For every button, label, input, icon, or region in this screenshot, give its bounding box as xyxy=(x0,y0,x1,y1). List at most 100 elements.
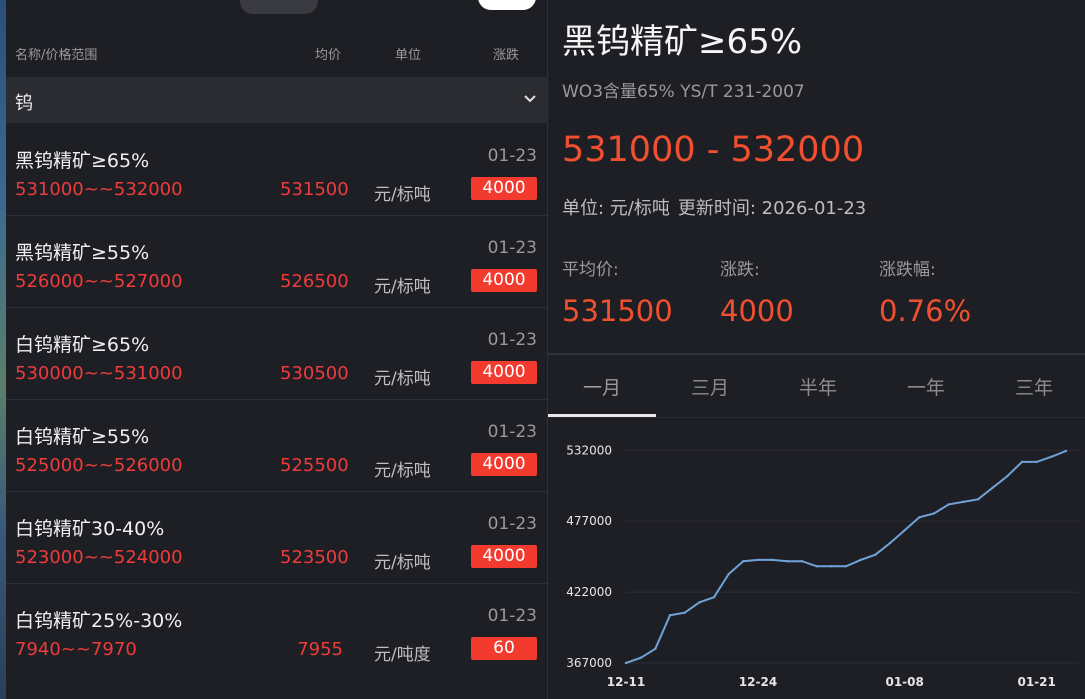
data-point xyxy=(654,647,657,650)
data-point xyxy=(991,486,994,489)
change-badge: 4000 xyxy=(471,269,537,292)
item-range: 525000~~526000 xyxy=(15,455,183,476)
item-avg: 530500 xyxy=(280,363,349,384)
data-point xyxy=(932,512,936,515)
data-point xyxy=(786,559,789,563)
price-list-panel: 名称/价格范围 均价 单位 涨跌 钨 黑钨精矿≥65% 01-23 531000… xyxy=(0,0,547,699)
stat-value: 531500 xyxy=(562,294,673,328)
stat-label: 涨跌幅: xyxy=(879,260,936,280)
change-badge: 4000 xyxy=(471,453,537,476)
item-unit: 元/标吨 xyxy=(374,277,431,297)
item-date: 01-23 xyxy=(487,330,537,350)
data-point xyxy=(1050,455,1053,458)
item-date: 01-23 xyxy=(487,146,537,166)
item-avg: 531500 xyxy=(280,179,349,200)
data-point xyxy=(683,611,686,614)
data-point xyxy=(903,529,906,532)
item-name: 白钨精矿25%-30% xyxy=(15,610,183,632)
list-item[interactable]: 黑钨精矿≥55% 01-23 526000~~527000 526500 元/标… xyxy=(6,216,547,308)
list-item[interactable]: 白钨精矿≥65% 01-23 530000~~531000 530500 元/标… xyxy=(6,308,547,400)
tab-half-year[interactable]: 半年 xyxy=(764,373,872,400)
data-point xyxy=(844,565,848,568)
change-badge: 4000 xyxy=(471,177,537,200)
header-avg: 均价 xyxy=(315,48,342,63)
data-point xyxy=(639,656,642,660)
data-point xyxy=(624,661,628,665)
chevron-down-icon xyxy=(523,91,537,110)
tab-one-year[interactable]: 一年 xyxy=(872,373,980,400)
item-avg: 526500 xyxy=(280,271,349,292)
item-name: 黑钨精矿≥55% xyxy=(15,242,150,264)
data-point xyxy=(815,565,818,568)
tab-one-month[interactable]: 一月 xyxy=(548,373,656,400)
item-avg: 525500 xyxy=(280,455,349,476)
item-avg: 523500 xyxy=(280,547,349,568)
data-point xyxy=(1020,460,1024,464)
list-item[interactable]: 白钨精矿≥55% 01-23 525000~~526000 525500 元/标… xyxy=(6,400,547,492)
item-range: 531000~~532000 xyxy=(15,179,183,200)
data-point xyxy=(771,558,774,562)
tab-three-years[interactable]: 三年 xyxy=(980,373,1085,400)
data-point xyxy=(1064,449,1068,453)
item-unit: 元/吨度 xyxy=(374,645,431,665)
data-point xyxy=(976,498,980,501)
item-name: 黑钨精矿≥65% xyxy=(15,150,150,172)
y-tick-label: 422000 xyxy=(566,585,612,599)
category-dropdown[interactable]: 钨 xyxy=(6,77,547,123)
item-name: 白钨精矿≥55% xyxy=(15,426,150,448)
stat-label: 涨跌: xyxy=(720,260,760,280)
item-unit: 元/标吨 xyxy=(374,185,431,205)
detail-panel: 黑钨精矿≥65% WO3含量65% YS/T 231-2007 531000 -… xyxy=(547,0,1085,699)
price-line-chart: 367000 422000 477000 532000 12-11 12-24 01-08 0… xyxy=(566,443,1078,689)
data-point xyxy=(888,541,892,545)
x-tick-label: 12-24 xyxy=(739,675,777,689)
detail-unit: 单位: 元/标吨 xyxy=(562,198,670,219)
data-point xyxy=(918,516,921,519)
y-tick-label: 367000 xyxy=(566,656,612,670)
data-point xyxy=(1006,474,1009,478)
data-point xyxy=(727,572,730,576)
stat-value: 4000 xyxy=(720,294,794,328)
data-point xyxy=(962,500,965,504)
header-change: 涨跌 xyxy=(493,48,520,63)
stat-change: 涨跌: 4000 xyxy=(720,255,794,328)
stat-average: 平均价: 531500 xyxy=(562,255,673,328)
x-tick-label: 12-11 xyxy=(607,675,645,689)
detail-price-range: 531000 - 532000 xyxy=(562,130,865,170)
data-point xyxy=(800,559,804,563)
data-point xyxy=(830,565,833,568)
item-avg: 7955 xyxy=(297,639,343,660)
period-tabs: 一月 三月 半年 一年 三年 xyxy=(548,355,1085,417)
nav-toggle[interactable] xyxy=(478,0,536,10)
list-item[interactable]: 白钨精矿25%-30% 01-23 7940~~7970 7955 元/吨度 6… xyxy=(6,584,547,675)
detail-title: 黑钨精矿≥65% xyxy=(562,22,803,62)
y-tick-label: 477000 xyxy=(566,514,612,528)
item-range: 523000~~524000 xyxy=(15,547,183,568)
list-header: 名称/价格范围 均价 单位 涨跌 xyxy=(15,44,535,64)
series-line xyxy=(625,450,1067,664)
detail-subtitle: WO3含量65% YS/T 231-2007 xyxy=(562,82,805,102)
data-point xyxy=(742,559,745,563)
item-unit: 元/标吨 xyxy=(374,553,431,573)
list-item[interactable]: 黑钨精矿≥65% 01-23 531000~~532000 531500 元/标… xyxy=(6,124,547,216)
x-tick-label: 01-08 xyxy=(885,675,923,689)
change-badge: 60 xyxy=(471,637,537,660)
data-point xyxy=(874,553,877,556)
nav-tab-active[interactable] xyxy=(240,0,318,14)
item-date: 01-23 xyxy=(487,422,537,442)
detail-update-time: 更新时间: 2026-01-23 xyxy=(677,198,867,219)
category-label: 钨 xyxy=(15,93,33,114)
list-item[interactable]: 白钨精矿30-40% 01-23 523000~~524000 523500 元… xyxy=(6,492,547,584)
y-tick-label: 532000 xyxy=(566,443,612,457)
stat-label: 平均价: xyxy=(562,260,619,280)
nav-brand[interactable] xyxy=(14,0,64,12)
data-point xyxy=(947,503,950,506)
data-point xyxy=(712,596,716,599)
top-nav xyxy=(0,0,547,14)
item-name: 白钨精矿≥65% xyxy=(15,334,150,356)
tab-three-months[interactable]: 三月 xyxy=(656,373,764,400)
item-date: 01-23 xyxy=(487,606,537,626)
change-badge: 4000 xyxy=(471,361,537,384)
data-point xyxy=(668,614,672,617)
item-range: 526000~~527000 xyxy=(15,271,183,292)
